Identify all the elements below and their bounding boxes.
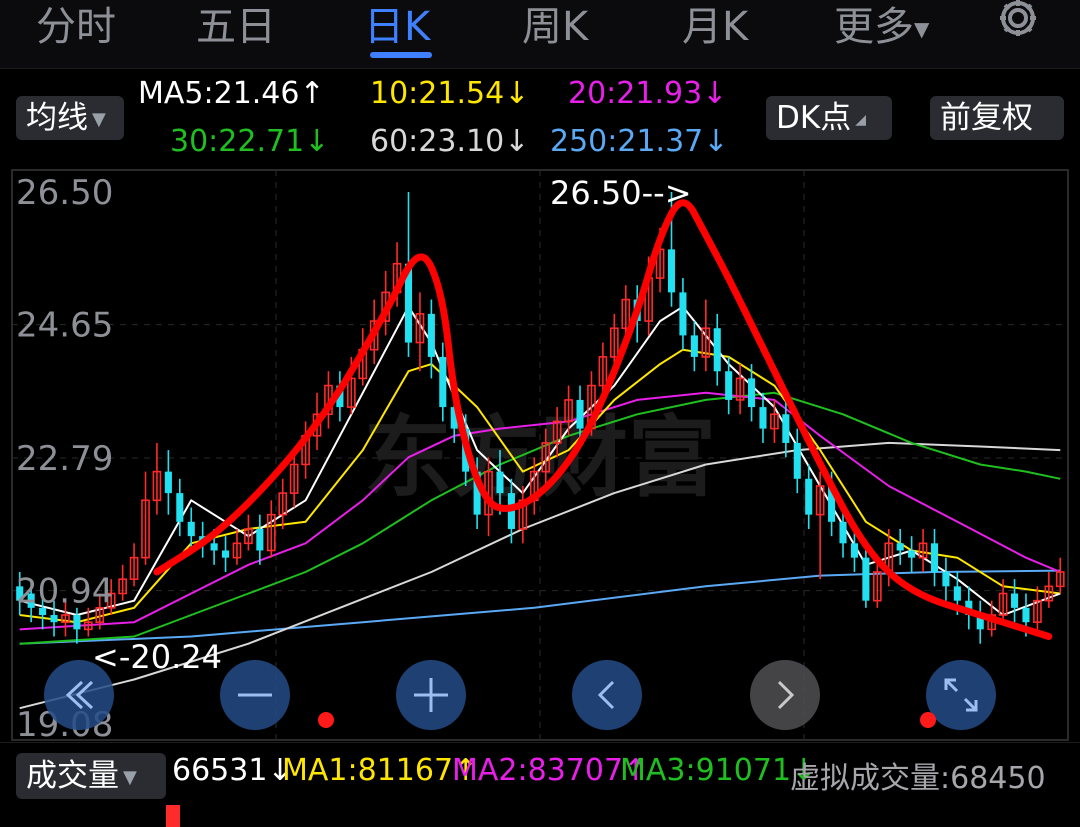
- candle-body-down: [256, 528, 264, 551]
- volume-ma2: MA2:83707↑: [452, 753, 649, 788]
- ma5-legend: MA5:21.46↑: [138, 76, 325, 111]
- y-tick-label: 22.79: [16, 439, 113, 479]
- candle-body-down: [896, 543, 904, 551]
- candle-body-down: [805, 478, 813, 515]
- active-tab-indicator: [370, 52, 432, 58]
- period-tabs: 分时 五日 日K 周K 月K 更多▼: [0, 0, 1080, 69]
- tab-daily-k[interactable]: 日K: [364, 0, 430, 52]
- candle-body-down: [667, 249, 676, 293]
- gear-icon[interactable]: [990, 0, 1046, 48]
- volume-select[interactable]: 成交量 ▼: [16, 753, 166, 799]
- candle-body-down: [850, 543, 859, 558]
- candle-body-down: [908, 550, 916, 558]
- tab-monthly-k[interactable]: 月K: [682, 0, 748, 52]
- candle-body-down: [793, 442, 801, 479]
- candle-body-down: [496, 471, 504, 494]
- candle-body-down: [164, 471, 172, 494]
- volume-ma3: MA3:91071↓: [620, 753, 817, 788]
- fullscreen-button[interactable]: [926, 660, 996, 730]
- red-dot-marker: [920, 712, 936, 728]
- kline-svg: 东方财富26.5024.6522.7920.9419.0826.50--><-2…: [11, 169, 1069, 742]
- volume-bar-partial: [166, 805, 180, 827]
- caret-down-icon: ▼: [914, 17, 930, 41]
- candle-body-down: [862, 557, 870, 601]
- candle-body-down: [679, 292, 687, 336]
- scroll-right-button[interactable]: [750, 660, 820, 730]
- indicator-select-label: 均线: [26, 100, 88, 136]
- ma250-legend: 250:21.37↓: [550, 124, 729, 159]
- ma10-legend: 10:21.54↓: [370, 76, 530, 111]
- minus-icon: [238, 693, 272, 697]
- scroll-left-button[interactable]: [572, 660, 642, 730]
- dk-point-button[interactable]: DK点 ◢: [766, 96, 892, 140]
- ma60-legend: 60:23.10↓: [370, 124, 530, 159]
- tab-intraday[interactable]: 分时: [36, 0, 116, 52]
- candle-body-down: [953, 586, 961, 601]
- dk-point-label: DK点: [776, 100, 852, 136]
- tab-weekly-k[interactable]: 周K: [522, 0, 588, 52]
- candle-body-down: [221, 550, 230, 558]
- volume-ma1: MA1:81167↑: [282, 753, 479, 788]
- zoom-in-button[interactable]: [396, 660, 466, 730]
- y-tick-label: 26.50: [16, 173, 113, 213]
- caret-down-icon: ▼: [92, 108, 106, 130]
- kline-chart[interactable]: 东方财富26.5024.6522.7920.9419.0826.50--><-2…: [0, 168, 1080, 742]
- tab-five-day[interactable]: 五日: [196, 0, 276, 52]
- y-tick-label: 20.94: [16, 572, 113, 612]
- candle-body-down: [50, 615, 58, 623]
- price-adjust-label: 前复权: [940, 100, 1033, 136]
- caret-down-icon: ▼: [123, 766, 137, 788]
- high-price-label: 26.50-->: [550, 174, 692, 212]
- candle-body-down: [427, 313, 435, 357]
- double-chevron-left-icon: [65, 680, 94, 710]
- candle-body-down: [930, 543, 939, 572]
- candle-body-down: [725, 371, 733, 400]
- ma30-legend: 30:22.71↓: [170, 124, 330, 159]
- y-tick-label: 24.65: [16, 306, 113, 346]
- red-dot-marker: [318, 712, 334, 728]
- candle-body-down: [759, 407, 767, 429]
- corner-triangle-icon: ◢: [855, 111, 866, 128]
- price-adjust-button[interactable]: 前复权: [930, 96, 1064, 140]
- volume-current: 66531↓: [172, 753, 293, 788]
- candle-body-down: [210, 543, 218, 551]
- virtual-volume: 虚拟成交量:68450: [790, 761, 1046, 796]
- plus-icon: [414, 678, 448, 712]
- candle-body-down: [439, 356, 447, 408]
- candle-body-down: [782, 414, 790, 443]
- candle-body-down: [73, 615, 81, 630]
- candle-body-down: [690, 335, 698, 357]
- chevron-right-icon: [777, 680, 795, 710]
- volume-select-label: 成交量: [26, 758, 119, 794]
- indicator-select[interactable]: 均线 ▼: [16, 96, 124, 140]
- candle-body-down: [942, 572, 950, 587]
- candle-body-down: [1022, 607, 1030, 623]
- tab-more-label: 更多: [834, 4, 914, 50]
- candle-body-down: [176, 493, 184, 522]
- ma20-legend: 20:21.93↓: [568, 76, 728, 111]
- tab-more[interactable]: 更多▼: [834, 0, 929, 52]
- candle-body-down: [1010, 593, 1019, 608]
- scroll-left-fast-button[interactable]: [44, 660, 114, 730]
- candle-body-down: [713, 328, 721, 372]
- candle-body-down: [187, 521, 195, 537]
- candle-body-down: [839, 521, 847, 544]
- expand-icon: [944, 678, 978, 712]
- zoom-out-button[interactable]: [220, 660, 290, 730]
- volume-indicator-bar: 成交量 ▼ 66531↓ MA1:81167↑ MA2:83707↑ MA3:91…: [0, 742, 1080, 827]
- candle-body-down: [576, 399, 584, 429]
- chevron-left-icon: [597, 680, 615, 710]
- candle-body-down: [747, 378, 756, 408]
